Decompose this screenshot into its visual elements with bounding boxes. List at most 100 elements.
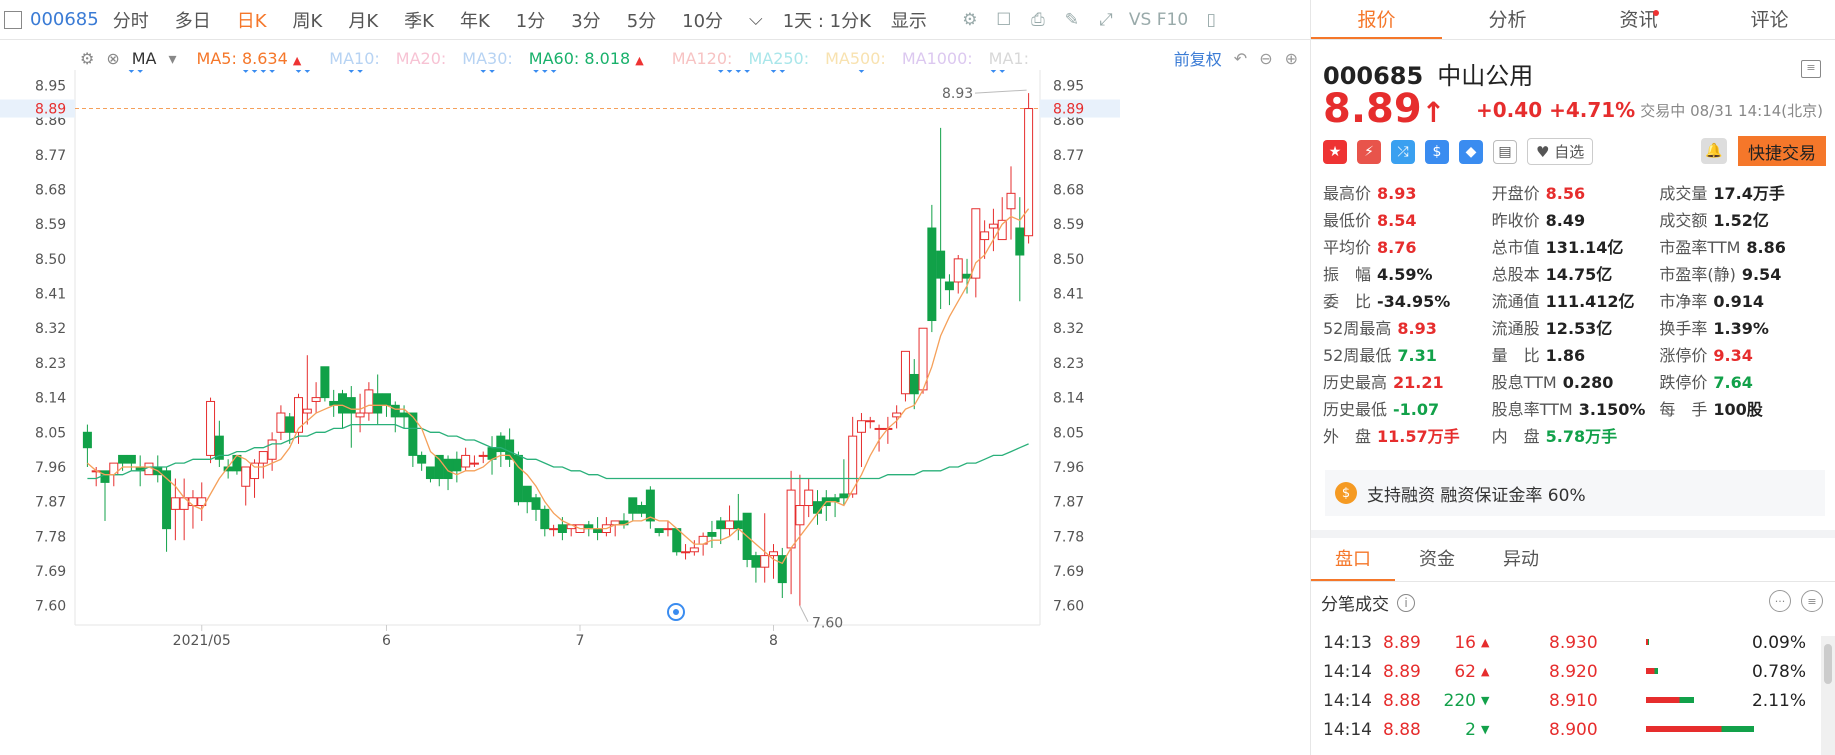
close-icon[interactable]: ⊗ [106, 49, 119, 68]
shuffle-icon[interactable]: ⤮ [1391, 139, 1415, 164]
stat-value: 0.914 [1713, 292, 1764, 311]
settings-icon[interactable]: ⚙ [959, 9, 981, 31]
fullscreen-icon[interactable]: ⤢ [1095, 9, 1117, 31]
y-tick-label-right: 7.87 [1053, 495, 1084, 511]
period-tab[interactable]: 1分 [516, 7, 545, 33]
camera-icon[interactable]: ⎙ [1027, 9, 1049, 31]
lightning-icon[interactable]: ⚡ [1357, 139, 1381, 164]
bookmark-icon[interactable]: ▤ [1493, 139, 1517, 164]
trade-price: 8.89 [1383, 632, 1421, 653]
candle-body [856, 420, 866, 433]
stat-value: 8.76 [1377, 238, 1417, 257]
stat-cell: 52周最低 7.31 [1323, 342, 1492, 369]
undo-icon[interactable]: ↶ [1234, 49, 1247, 68]
stat-label: 委 比 [1323, 292, 1372, 311]
panel-toggle-icon[interactable]: ▯ [1200, 9, 1222, 31]
scrollbar[interactable] [1821, 636, 1835, 755]
y-tick-label-left: 7.78 [35, 529, 66, 545]
candle-body [311, 397, 321, 402]
candle-body [980, 231, 990, 241]
level-pct: 0.78% [1751, 661, 1806, 682]
period-tab[interactable]: 分时 [113, 7, 149, 33]
period-tab[interactable]: 周K [293, 7, 323, 33]
event-marker-icon [303, 70, 311, 73]
stat-cell: 开盘价 8.56 [1492, 180, 1660, 207]
quick-trade-button[interactable]: 快捷交易 [1738, 136, 1826, 166]
y-tick-label-left: 8.59 [35, 217, 66, 233]
tab-movement[interactable]: 异动 [1479, 538, 1563, 581]
kline-chart[interactable]: 8.95 8.958.86 8.868.77 8.778.68 8.688.59 8.59… [0, 70, 1310, 735]
display-menu[interactable]: 显示 [891, 7, 927, 33]
bell-icon[interactable]: 🔔 [1701, 138, 1727, 164]
pencil-icon[interactable]: ✎ [1061, 9, 1083, 31]
trade-time: 14:13 [1323, 632, 1372, 653]
ma-item[interactable]: MA1000: [902, 49, 973, 68]
tab-capital[interactable]: 资金 [1395, 538, 1479, 581]
candle-body [355, 412, 365, 418]
trade-price: 8.89 [1383, 661, 1421, 682]
event-marker-icon [725, 70, 734, 73]
dollar-icon[interactable]: $ [1425, 139, 1449, 164]
zoom-out-icon[interactable]: ⊖ [1259, 49, 1272, 68]
period-tab[interactable]: 月K [348, 7, 378, 33]
collapse-icon[interactable]: ≡ [1801, 60, 1821, 78]
candle-body [988, 223, 998, 229]
watchlist-button[interactable]: ♥ 自选 [1527, 138, 1594, 165]
layout-icon[interactable]: ☐ [993, 9, 1015, 31]
tag-icon[interactable]: ◆ [1459, 139, 1483, 164]
vs-f10-button[interactable]: VS F10 [1129, 9, 1188, 31]
ma-item[interactable]: MA500: [825, 49, 886, 68]
period-tab[interactable]: 年K [460, 7, 490, 33]
period-dropdown-icon[interactable]: ⌵ [749, 9, 763, 30]
interval-select[interactable]: 1天 : 1分K [783, 7, 871, 33]
candle-body [346, 397, 356, 414]
more-icon[interactable]: ··· [1769, 590, 1791, 612]
margin-info[interactable]: $ 支持融资 融资保证金率 60% [1325, 470, 1825, 516]
scrollbar-thumb[interactable] [1824, 644, 1832, 684]
period-tab-active[interactable]: 日K [237, 7, 267, 33]
stat-row: 最低价 8.54 昨收价 8.49 成交额 1.52亿 [1323, 207, 1828, 234]
stat-label: 52周最高 [1323, 319, 1392, 338]
period-tab[interactable]: 5分 [627, 7, 656, 33]
period-tab[interactable]: 10分 [682, 7, 723, 33]
y-tick-label-left: 8.77 [35, 148, 66, 164]
settings-icon[interactable]: ⚙ [80, 49, 94, 68]
ma-item[interactable]: MA250: [748, 49, 809, 68]
list-icon[interactable]: ≡ [1801, 590, 1823, 612]
stat-label: 市盈率TTM [1659, 238, 1741, 257]
y-tick-label-left: 8.32 [35, 321, 66, 337]
stat-value: -1.07 [1393, 400, 1440, 419]
ma-selector[interactable]: MA [132, 49, 157, 68]
candle-body [399, 412, 409, 418]
china-flag-icon[interactable]: ★ [1323, 139, 1347, 164]
ma-item[interactable]: MA1: [989, 49, 1029, 68]
zoom-in-icon[interactable]: ⊕ [1285, 49, 1298, 68]
candle-body [751, 555, 761, 568]
ma-item[interactable]: MA5: 8.634 ▲ [197, 49, 314, 68]
tab-comments[interactable]: 评论 [1704, 0, 1835, 39]
event-marker-icon [259, 70, 267, 73]
period-tab[interactable]: 3分 [571, 7, 600, 33]
stock-code[interactable]: 000685 [30, 9, 99, 30]
info-icon[interactable]: i [1397, 593, 1415, 612]
tab-news[interactable]: 资讯 [1573, 0, 1704, 39]
ma-item[interactable]: MA120: [672, 49, 733, 68]
ma-item[interactable]: MA30: [462, 49, 513, 68]
stat-row: 52周最高 8.93 流通股 12.53亿 换手率 1.39% [1323, 315, 1828, 342]
stat-cell: 振 幅 4.59% [1323, 261, 1492, 288]
tab-quote[interactable]: 报价 [1311, 0, 1442, 39]
ma-item[interactable]: MA20: [396, 49, 447, 68]
ma-item[interactable]: MA60: 8.018 ▲ [529, 49, 656, 68]
adjust-button[interactable]: 前复权 [1174, 46, 1222, 70]
period-tab[interactable]: 季K [404, 7, 434, 33]
stat-cell: 总市值 131.14亿 [1492, 234, 1660, 261]
period-tab[interactable]: 多日 [175, 7, 211, 33]
ma-item[interactable]: MA10: [329, 49, 380, 68]
ma-dropdown-icon[interactable]: ▾ [169, 49, 177, 68]
event-marker-icon [127, 70, 135, 73]
candle-body [381, 393, 391, 406]
sidebar-toggle-icon[interactable] [4, 10, 22, 29]
tab-orderbook[interactable]: 盘口 [1311, 538, 1395, 581]
coin-icon: $ [1335, 482, 1357, 504]
tab-analysis[interactable]: 分析 [1442, 0, 1573, 39]
